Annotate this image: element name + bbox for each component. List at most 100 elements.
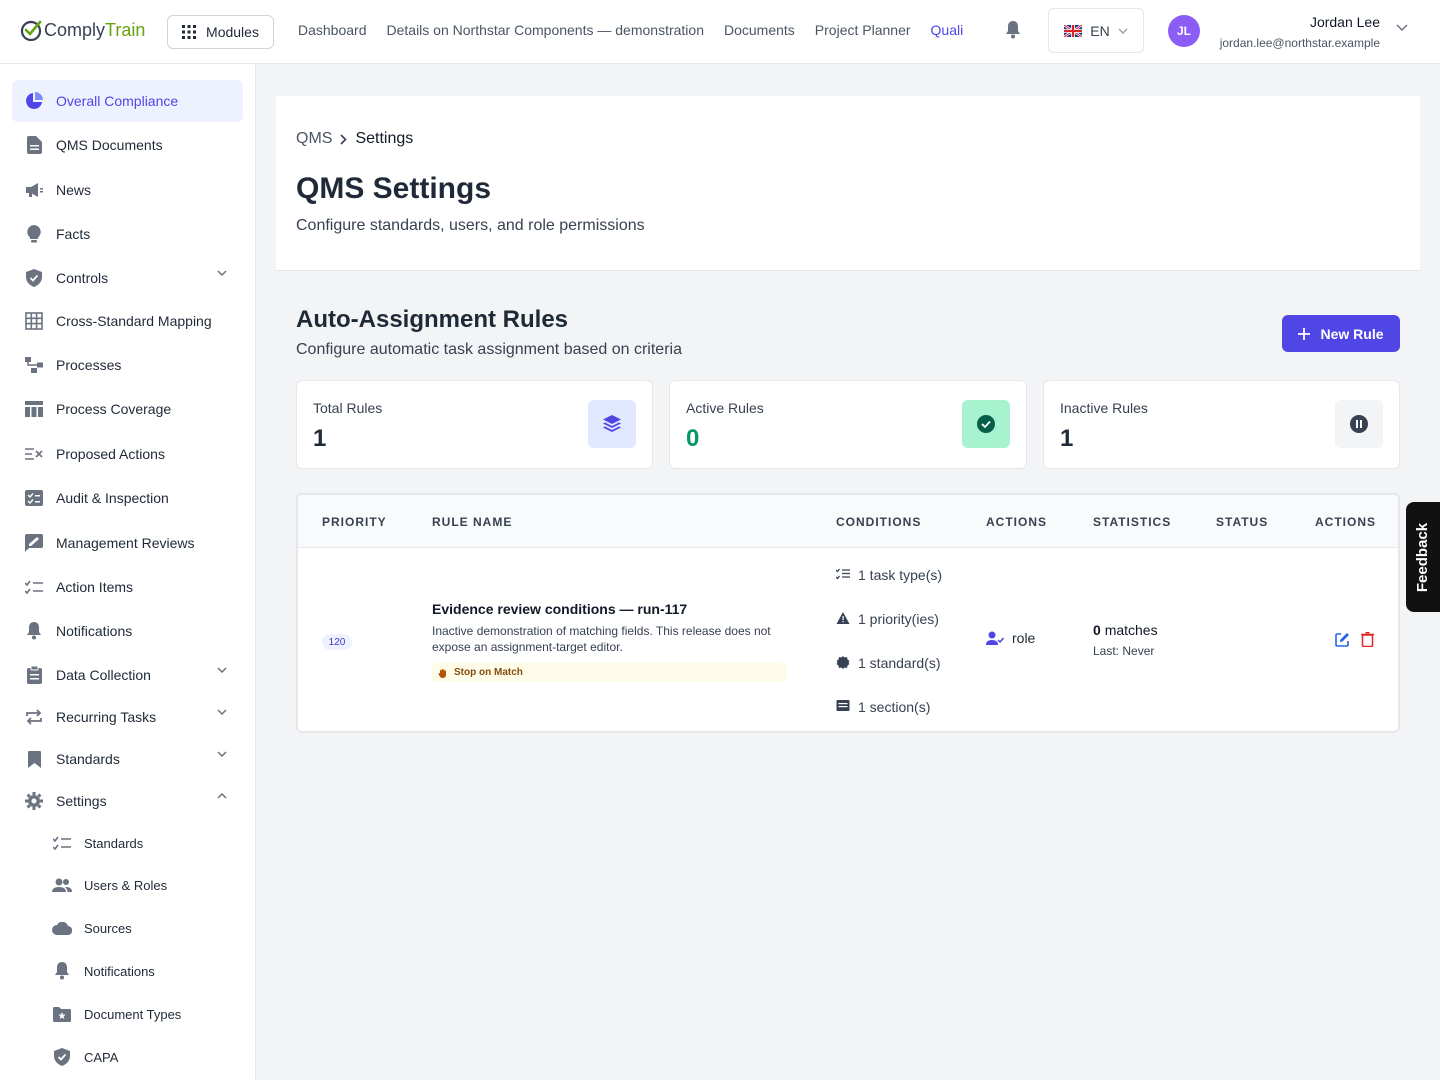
chevron-down-icon [217,751,227,757]
lightbulb-icon [24,224,44,244]
condition-task-types: 1 task type(s) [836,565,946,585]
chevron-down-icon [217,270,227,276]
sidebar-item-label: QMS Documents [56,137,163,153]
logo-check-icon [20,20,42,42]
delete-icon[interactable] [1361,632,1374,647]
sidebar-item-audit-inspection[interactable]: Audit & Inspection [12,477,243,519]
col-rule-name[interactable]: Rule Name [432,515,512,529]
repeat-icon [24,707,44,727]
stat-value: 0 [686,425,700,452]
user-name: Jordan Lee [1309,14,1380,30]
page-title: QMS Settings [296,172,492,205]
sidebar-item-process-coverage[interactable]: Process Coverage [12,388,243,430]
logo-text-1: Comply [44,19,106,40]
topnav-quali[interactable]: Quali [931,22,964,38]
topnav-documents[interactable]: Documents [724,22,795,38]
sidebar-item-notifications[interactable]: Notifications [12,610,243,652]
users-icon [52,875,72,895]
breadcrumb-qms[interactable]: QMS [296,130,332,148]
rule-matches: 0 matches [1093,622,1158,638]
condition-sections: 1 section(s) [836,697,966,717]
topnav-details[interactable]: Details on Northstar Components — demons… [387,22,704,38]
sidebar-item-label: Proposed Actions [56,446,165,462]
rules-table: Priority Rule Name Conditions Actions St… [296,493,1400,733]
table-row[interactable]: 120 Evidence review conditions — run-117… [298,548,1398,731]
flow-icon [24,355,44,375]
condition-label: 1 task type(s) [858,567,943,583]
page-subtitle: Configure standards, users, and role per… [296,217,645,234]
topnav-dashboard[interactable]: Dashboard [298,22,367,38]
sidebar-item-label: Processes [56,357,122,373]
feedback-label: Feedback [1414,522,1432,592]
sub-item-label: Sources [84,920,132,936]
sidebar-item-proposed-actions[interactable]: Proposed Actions [12,433,243,475]
hand-icon [438,668,446,678]
sidebar-item-standards[interactable]: Standards [12,738,243,780]
top-nav: Dashboard Details on Northstar Component… [298,22,963,38]
rule-action: role [986,630,1035,646]
user-menu-chevron-icon[interactable] [1396,24,1408,32]
table-header: Priority Rule Name Conditions Actions St… [298,495,1398,548]
settings-sub-sources[interactable]: Sources [40,910,243,946]
settings-sub-capa[interactable]: CAPA [40,1039,243,1075]
bell-icon [24,621,44,641]
sidebar-item-qms-documents[interactable]: QMS Documents [12,124,243,166]
cloud-icon [52,918,72,938]
top-bar: Comply Train Modules Dashboard Details on… [0,0,1440,64]
sidebar-item-management-reviews[interactable]: Management Reviews [12,522,243,564]
chevron-right-icon [340,133,348,145]
sidebar-item-action-items[interactable]: Action Items [12,566,243,608]
settings-sub-users-roles[interactable]: Users & Roles [40,867,243,903]
chevron-up-icon [217,793,227,799]
sidebar-item-settings[interactable]: Settings [12,780,243,822]
feedback-tab[interactable]: Feedback [1406,502,1440,612]
sidebar-item-news[interactable]: News [12,169,243,211]
sidebar-item-cross-standard-mapping[interactable]: Cross-Standard Mapping [12,300,243,342]
stat-label: Active Rules [686,400,764,416]
pause-circle-icon [1335,400,1383,448]
sidebar-item-overall-compliance[interactable]: Overall Compliance [12,80,243,122]
settings-sub-standards[interactable]: Standards [40,825,243,861]
language-label: EN [1090,22,1110,39]
sidebar-item-data-collection[interactable]: Data Collection [12,654,243,696]
page-header: QMS Settings QMS Settings Configure stan… [276,96,1420,271]
sidebar-item-label: News [56,182,92,198]
section-title: Auto-Assignment Rules [296,306,569,333]
clipboard-icon [24,665,44,685]
stat-active-rules: Active Rules 0 [669,380,1027,469]
grid-icon [24,311,44,331]
rule-last-match: Last: Never [1093,644,1155,658]
gear-icon [24,791,44,811]
sub-item-label: Document Types [84,1006,182,1022]
sub-item-label: CAPA [84,1049,119,1065]
document-icon [24,135,44,155]
sidebar-item-recurring-tasks[interactable]: Recurring Tasks [12,696,243,738]
sidebar-item-label: Action Items [56,579,134,595]
settings-sub-document-types[interactable]: Document Types [40,996,243,1032]
sidebar-item-label: Standards [56,751,120,767]
new-rule-button[interactable]: New Rule [1282,315,1400,352]
list-check-icon [24,577,44,597]
app-logo[interactable]: Comply Train [20,18,145,42]
shield-check-icon [52,1047,72,1067]
settings-sub-notifications[interactable]: Notifications [40,953,243,989]
topnav-project-planner[interactable]: Project Planner [815,22,911,38]
stat-value: 1 [313,425,327,452]
modules-button[interactable]: Modules [167,15,274,49]
rule-name[interactable]: Evidence review conditions — run-117 [432,601,687,617]
sub-item-label: Users & Roles [84,877,168,893]
col-priority[interactable]: Priority [322,515,387,529]
bell-icon[interactable] [1005,21,1021,39]
sidebar-item-processes[interactable]: Processes [12,344,243,386]
edit-icon[interactable] [1335,632,1350,647]
priority-badge: 120 [322,634,352,650]
sidebar-item-facts[interactable]: Facts [12,213,243,255]
list-x-icon [24,444,44,464]
breadcrumb-settings: Settings [355,130,414,147]
avatar[interactable]: JL [1168,15,1200,47]
condition-label: 1 standard(s) [858,655,941,671]
sidebar-item-controls[interactable]: Controls [12,257,243,299]
review-icon [24,533,44,553]
checklist-icon [24,488,44,508]
language-selector[interactable]: EN [1048,8,1144,53]
